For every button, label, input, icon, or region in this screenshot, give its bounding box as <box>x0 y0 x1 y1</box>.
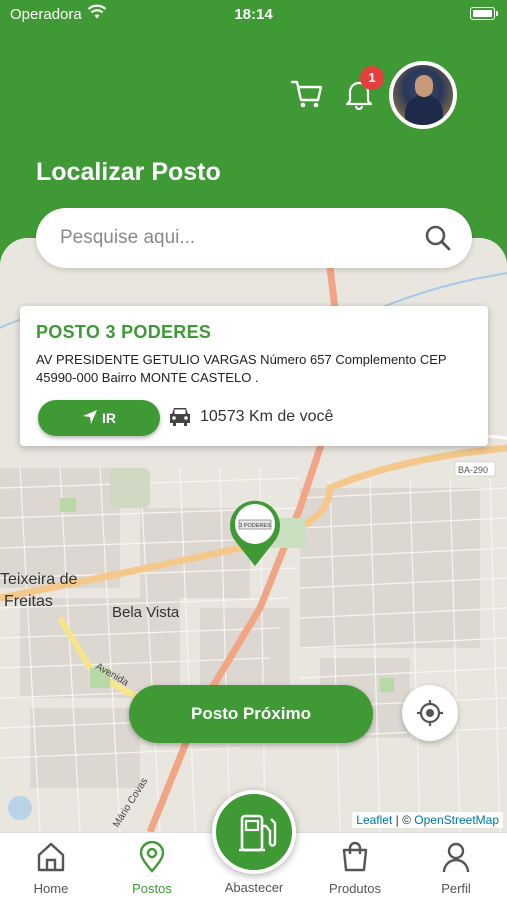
station-card[interactable]: POSTO 3 PODERES AV PRESIDENTE GETULIO VA… <box>20 306 488 446</box>
map-label-city-2: Freitas <box>4 593 53 610</box>
station-distance: 10573 Km de você <box>200 408 334 425</box>
shopping-bag-icon <box>342 841 368 872</box>
clock: 18:14 <box>234 6 273 23</box>
page-title: Localizar Posto <box>36 158 221 186</box>
tab-perfil-label: Perfil <box>441 881 471 896</box>
station-marker[interactable]: 3 PODERES <box>227 500 283 568</box>
go-button[interactable]: IR <box>38 400 160 436</box>
search-icon[interactable] <box>424 224 452 252</box>
map-label-city-1: Teixeira de <box>0 571 77 588</box>
status-bar: Operadora 18:14 <box>0 0 507 30</box>
locate-button[interactable] <box>402 685 458 741</box>
attribution-separator: | © <box>392 813 415 827</box>
map-label-district: Bela Vista <box>112 604 180 621</box>
leaflet-link[interactable]: Leaflet <box>356 813 392 827</box>
tab-postos-label: Postos <box>132 881 172 896</box>
crosshair-icon <box>417 700 443 726</box>
tab-home-label: Home <box>33 881 69 896</box>
nearest-station-button[interactable]: Posto Próximo <box>129 685 373 743</box>
tab-produtos-label: Produtos <box>328 881 382 896</box>
map-attribution: Leaflet | © OpenStreetMap <box>352 812 503 828</box>
notification-badge: 1 <box>360 66 384 90</box>
tab-abastecer-label: Abastecer <box>224 880 284 895</box>
map-pin-icon <box>139 841 165 873</box>
tab-produtos[interactable]: Produtos <box>310 833 400 900</box>
tab-abastecer[interactable] <box>212 790 296 874</box>
tab-perfil[interactable]: Perfil <box>411 833 501 900</box>
station-address: AV PRESIDENTE GETULIO VARGAS Número 657 … <box>36 352 447 385</box>
marker-logo-text: 3 PODERES <box>239 523 271 529</box>
avatar[interactable] <box>389 61 457 129</box>
navigation-arrow-icon <box>83 410 97 424</box>
battery-icon <box>470 7 498 20</box>
avatar-head <box>415 75 433 97</box>
tab-postos[interactable]: Postos <box>107 833 197 900</box>
search-bar[interactable] <box>36 208 472 268</box>
osm-link[interactable]: OpenStreetMap <box>414 813 499 827</box>
fuel-pump-icon <box>239 814 277 852</box>
tab-home[interactable]: Home <box>6 833 96 900</box>
station-name: POSTO 3 PODERES <box>36 322 212 342</box>
search-input[interactable] <box>60 208 420 268</box>
avatar-body <box>405 95 443 125</box>
car-icon <box>170 408 190 426</box>
cart-icon[interactable] <box>290 78 324 110</box>
go-button-label: IR <box>102 410 116 426</box>
home-icon <box>37 842 65 872</box>
map-label-road: BA-290 <box>458 465 488 475</box>
user-icon <box>442 842 470 873</box>
